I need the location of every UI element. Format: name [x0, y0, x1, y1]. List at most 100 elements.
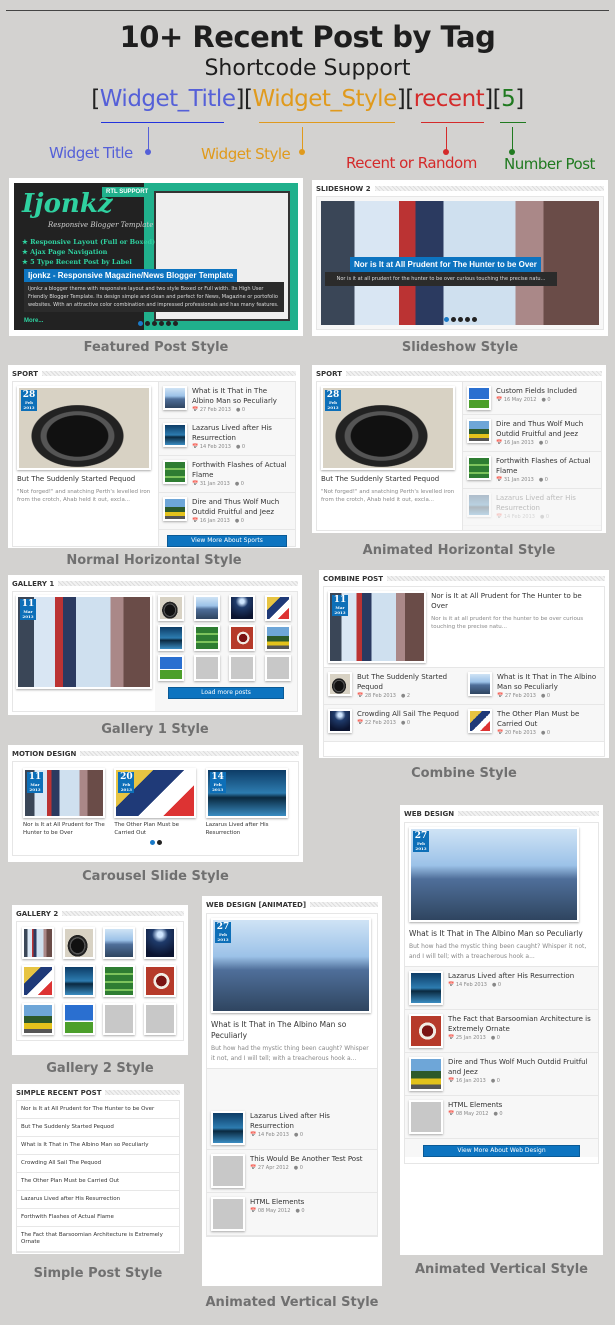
post-thumbnail[interactable] [163, 460, 187, 484]
post-title[interactable]: Dire and Thus Wolf Much Outdid Fruitful … [448, 1057, 594, 1077]
featured-post-title[interactable]: Ijonkz - Responsive Magazine/News Blogge… [24, 269, 238, 282]
main-post-title[interactable]: But The Suddenly Started Pequod [321, 474, 458, 484]
list-item[interactable]: What is It That in The Albino Man so Pec… [159, 382, 295, 419]
slide-title[interactable]: Nor is It at All Prudent for The Hunter … [350, 257, 541, 272]
featured-post[interactable]: 11 Mar 2013 [13, 592, 155, 711]
post-title[interactable]: Custom Fields Included [496, 386, 577, 396]
list-item[interactable]: Forthwith Flashes of Actual Flame 📅 31 Ja… [159, 456, 295, 493]
featured-post[interactable]: 28 Feb 2013 But The Suddenly Started Pequod… [317, 382, 462, 530]
post-thumbnail[interactable] [62, 1003, 95, 1035]
post-thumbnail[interactable]: 11 Mar 2013 [23, 768, 105, 818]
list-item[interactable]: Crowding All Sail The Pequod 📅 22 Feb 201… [324, 705, 464, 742]
post-thumbnail[interactable] [163, 497, 187, 521]
post-thumbnail[interactable] [62, 927, 95, 959]
post-title[interactable]: Dire and Thus Wolf Much Outdid Fruitful … [496, 419, 597, 439]
list-item[interactable]: Lazarus Lived after His Resurrection 📅 14… [207, 1107, 377, 1150]
post-thumbnail[interactable] [22, 965, 54, 997]
post-thumbnail[interactable]: 27 Feb 2013 [409, 827, 579, 922]
main-post-title[interactable]: What is It That in The Albino Man so Pec… [409, 928, 594, 939]
post-thumbnail[interactable]: 28 Feb 2013 [17, 386, 151, 470]
post-thumbnail[interactable] [163, 386, 187, 410]
list-item[interactable]: But The Suddenly Started Pequod 📅 28 Feb … [324, 668, 464, 705]
list-item[interactable]: Dire and Thus Wolf Much Outdid Fruitful … [159, 493, 295, 530]
post-thumbnail[interactable] [409, 1100, 443, 1134]
post-thumbnail[interactable] [467, 419, 491, 443]
post-title[interactable]: This Would Be Another Test Post [250, 1154, 362, 1164]
list-item[interactable]: Forthwith Flashes of Actual Flame 📅 31 Ja… [463, 452, 601, 489]
post-title[interactable]: What is It That in The Albino Man so Pec… [497, 672, 600, 692]
post-thumbnail[interactable] [103, 927, 135, 959]
post-thumbnail[interactable] [468, 709, 492, 733]
post-title[interactable]: Lazarus Lived after His Resurrection [192, 423, 291, 443]
post-thumbnail[interactable]: 27 Feb 2013 [211, 918, 371, 1013]
post-thumbnail[interactable] [22, 927, 54, 959]
post-title[interactable]: Crowding All Sail The Pequod [357, 709, 459, 719]
post-thumbnail[interactable]: 14 Feb 2013 [205, 768, 288, 818]
post-title[interactable]: HTML Elements [448, 1100, 503, 1110]
slide-pager[interactable] [138, 321, 178, 326]
list-item[interactable]: Dire and Thus Wolf Much Outdid Fruitful … [405, 1053, 598, 1096]
post-thumbnail[interactable] [211, 1154, 245, 1188]
post-thumbnail[interactable] [143, 927, 176, 959]
simple-post-link[interactable]: Lazarus Lived after His Resurrection [17, 1191, 179, 1209]
carousel-title[interactable]: The Other Plan Must be Carried Out [114, 821, 196, 837]
post-thumbnail[interactable] [264, 655, 291, 681]
post-thumbnail[interactable] [158, 655, 184, 681]
more-link[interactable]: More... [24, 318, 43, 324]
post-thumbnail[interactable]: 11 Mar 2013 [328, 591, 427, 663]
list-item[interactable]: Lazarus Lived after His Resurrection 📅 14… [463, 489, 601, 526]
post-title[interactable]: What is It That in The Albino Man so Pec… [192, 386, 291, 406]
post-thumbnail[interactable] [22, 1003, 54, 1035]
post-thumbnail[interactable]: 11 Mar 2013 [16, 595, 152, 689]
post-thumbnail[interactable] [211, 1197, 245, 1231]
post-thumbnail[interactable] [103, 1003, 135, 1035]
view-more-button[interactable]: View More About Sports [167, 535, 287, 547]
carousel-item[interactable]: 11 Mar 2013 Nor is It at All Prudent for Th… [23, 768, 105, 837]
post-thumbnail[interactable] [229, 625, 255, 651]
post-thumbnail[interactable] [193, 655, 220, 681]
slide-pager[interactable] [321, 317, 599, 322]
view-more-button[interactable]: View More About Web Design [423, 1145, 580, 1157]
post-title[interactable]: Forthwith Flashes of Actual Flame [496, 456, 597, 476]
post-title[interactable]: Dire and Thus Wolf Much Outdid Fruitful … [192, 497, 291, 517]
post-thumbnail[interactable] [229, 595, 255, 621]
list-item[interactable]: Lazarus Lived after His Resurrection 📅 14… [159, 419, 295, 456]
slide-image[interactable]: Nor is It at All Prudent for The Hunter … [321, 201, 599, 325]
load-more-button[interactable]: Load more posts [168, 687, 284, 699]
carousel-item[interactable]: 20 Feb 2013 The Other Plan Must be Carried … [114, 768, 197, 837]
post-thumbnail[interactable] [328, 709, 352, 733]
simple-post-link[interactable]: But The Suddenly Started Pequod [17, 1119, 179, 1137]
list-item[interactable]: Dire and Thus Wolf Much Outdid Fruitful … [463, 415, 601, 452]
post-thumbnail[interactable] [193, 625, 220, 651]
post-title[interactable]: But The Suddenly Started Pequod [357, 672, 460, 692]
list-item[interactable]: Lazarus Lived after His Resurrection 📅 14… [405, 967, 598, 1010]
simple-post-link[interactable]: What is It That in The Albino Man so Pec… [17, 1137, 179, 1155]
post-thumbnail[interactable] [211, 1111, 245, 1145]
post-title[interactable]: Lazarus Lived after His Resurrection [496, 493, 597, 513]
list-item[interactable]: HTML Elements 📅 08 May 2012 ● 0 [405, 1096, 598, 1139]
post-title[interactable]: Lazarus Lived after His Resurrection [250, 1111, 373, 1131]
post-thumbnail[interactable] [409, 971, 443, 1005]
post-thumbnail[interactable]: 28 Feb 2013 [321, 386, 455, 470]
post-thumbnail[interactable] [143, 965, 176, 997]
post-thumbnail[interactable] [264, 595, 291, 621]
list-item[interactable]: What is It That in The Albino Man so Pec… [464, 668, 604, 705]
simple-post-link[interactable]: Crowding All Sail The Pequod [17, 1155, 179, 1173]
list-item[interactable]: The Fact that Barsoomian Architecture is… [405, 1010, 598, 1053]
featured-post[interactable]: 27 Feb 2013 What is It That in The Albino M… [207, 914, 377, 1068]
post-thumbnail[interactable] [467, 493, 491, 517]
list-item[interactable]: This Would Be Another Test Post 📅 27 Apr … [207, 1150, 377, 1193]
simple-post-link[interactable]: The Fact that Barsoomian Architecture is… [17, 1227, 179, 1252]
featured-post[interactable]: 11 Mar 2013 Nor is It at All Prudent for Th… [324, 587, 604, 667]
main-post-title[interactable]: But The Suddenly Started Pequod [17, 474, 154, 484]
list-item[interactable]: Custom Fields Included 📅 16 May 2012 ● 0 [463, 382, 601, 415]
featured-banner[interactable]: Ijonkz Responsive Blogger Template RTL S… [14, 183, 298, 330]
post-thumbnail[interactable] [143, 1003, 176, 1035]
post-title[interactable]: HTML Elements [250, 1197, 305, 1207]
featured-post[interactable]: 28 Feb 2013 But The Suddenly Started Pequod… [13, 382, 158, 546]
post-title[interactable]: Lazarus Lived after His Resurrection [448, 971, 574, 981]
post-title[interactable]: The Other Plan Must be Carried Out [497, 709, 600, 729]
simple-post-link[interactable]: Forthwith Flashes of Actual Flame [17, 1209, 179, 1227]
post-thumbnail[interactable] [409, 1057, 443, 1091]
post-thumbnail[interactable] [62, 965, 95, 997]
